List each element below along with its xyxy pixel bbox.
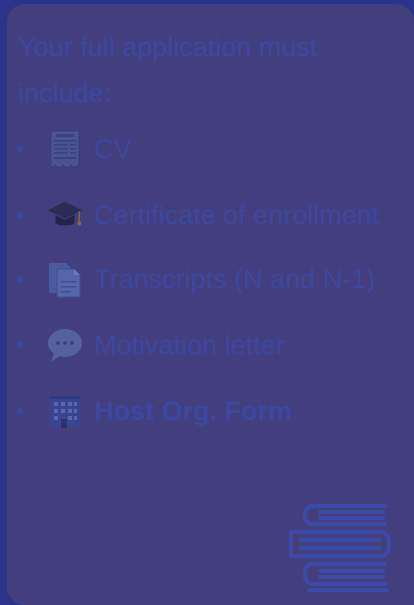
requirements-card: Your full application must include: CV C… xyxy=(7,4,414,605)
list-item-cv: CV xyxy=(17,123,132,175)
bullet xyxy=(17,146,23,152)
books-stack-icon xyxy=(287,500,399,605)
requirement-label: CV xyxy=(94,133,132,164)
bullet xyxy=(17,342,23,348)
list-item-host-org-form: Host Org. Form xyxy=(17,385,292,437)
list-item-transcripts: Transcripts (N and N-1) xyxy=(17,253,375,305)
documents-icon xyxy=(46,258,84,300)
bullet xyxy=(17,276,23,282)
speech-bubble-icon xyxy=(46,324,84,366)
requirement-label: Motivation letter xyxy=(94,329,285,360)
bullet xyxy=(17,408,23,414)
intro-text: Your full application must include: xyxy=(18,32,318,108)
office-building-icon xyxy=(46,390,84,432)
list-item-certificate: Certificate of enrollment xyxy=(17,189,379,241)
graduation-cap-icon xyxy=(46,194,84,236)
receipt-icon xyxy=(46,128,84,170)
requirement-label: Host Org. Form xyxy=(94,395,293,426)
requirement-label: Transcripts (N and N-1) xyxy=(94,263,376,294)
list-item-motivation-letter: Motivation letter xyxy=(17,319,285,371)
requirement-label: Certificate of enrollment xyxy=(94,199,380,230)
bullet xyxy=(17,212,23,218)
